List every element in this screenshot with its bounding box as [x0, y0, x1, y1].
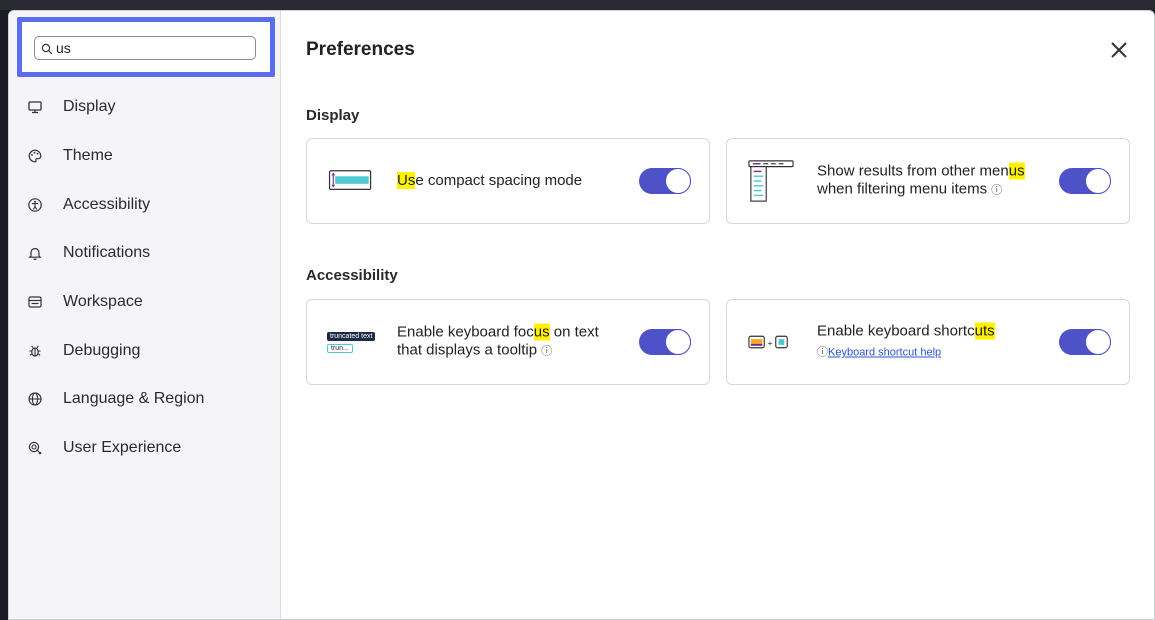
sidebar-item-label: Debugging — [63, 341, 141, 359]
sidebar-item-debugging[interactable]: Debugging — [9, 326, 280, 375]
keyboard-focus-toggle[interactable] — [639, 329, 691, 355]
accessibility-icon — [27, 197, 43, 213]
search-focus-ring — [17, 17, 275, 77]
toggle-knob — [1085, 329, 1111, 355]
illustration-tooltip: truncated text — [327, 331, 376, 341]
svg-text:+: + — [767, 338, 772, 348]
sidebar-item-label: Notifications — [63, 244, 151, 262]
palette-icon — [27, 148, 43, 164]
setting-card-keyboard-focus-tooltip: truncated text trun... Enable keyboard f… — [306, 299, 710, 385]
compact-spacing-illustration — [327, 139, 375, 223]
close-icon — [1111, 42, 1127, 58]
sidebar-item-workspace[interactable]: Workspace — [9, 278, 280, 327]
setting-label: Use compact spacing mode — [397, 172, 583, 189]
illustration-truncated: trun... — [327, 343, 353, 353]
sidebar-item-label: User Experience — [63, 439, 182, 457]
truncated-text-illustration: truncated text trun... — [327, 300, 376, 384]
workspace-icon — [27, 294, 43, 310]
setting-label: Enable keyboard focus on text that displ… — [397, 323, 599, 359]
sidebar-item-user-experience[interactable]: User Experience — [9, 424, 280, 473]
bug-icon — [27, 343, 43, 359]
bell-icon — [27, 245, 43, 261]
info-icon[interactable]: ⓘ — [541, 346, 552, 358]
setting-label: Show results from other menus when filte… — [817, 162, 1025, 198]
info-icon[interactable]: ⓘ — [991, 185, 1002, 197]
toggle-knob — [1085, 168, 1111, 194]
preferences-content: Preferences Display Use compact spacing … — [281, 11, 1154, 619]
sidebar-item-label: Display — [63, 98, 116, 116]
compact-spacing-toggle[interactable] — [639, 168, 691, 194]
section-title-display: Display — [306, 107, 360, 124]
search-field[interactable] — [34, 36, 256, 60]
menu-results-illustration — [747, 139, 795, 223]
sidebar-item-label: Accessibility — [63, 195, 151, 213]
toggle-knob — [665, 329, 691, 355]
keyboard-shortcuts-toggle[interactable] — [1059, 329, 1111, 355]
setting-card-show-results-other-menus: Show results from other menus when filte… — [726, 138, 1130, 224]
show-other-menus-toggle[interactable] — [1059, 168, 1111, 194]
sidebar-item-notifications[interactable]: Notifications — [9, 229, 280, 278]
shortcut-help-row: ⓘKeyboard shortcut help — [817, 344, 1047, 362]
setting-card-compact-spacing: Use compact spacing mode — [306, 138, 710, 224]
setting-card-keyboard-shortcuts: + Enable keyboard shortcuts ⓘKeyboard sh… — [726, 299, 1130, 385]
sidebar-item-label: Language & Region — [63, 390, 205, 408]
sidebar-item-language-region[interactable]: Language & Region — [9, 375, 280, 424]
sidebar-item-accessibility[interactable]: Accessibility — [9, 180, 280, 229]
monitor-icon — [27, 99, 43, 115]
sidebar-item-theme[interactable]: Theme — [9, 132, 280, 181]
setting-label: Enable keyboard shortcuts ⓘKeyboard shor… — [817, 322, 1047, 362]
toggle-knob — [665, 168, 691, 194]
sidebar-nav: Display Theme Accessibility Notification… — [9, 83, 280, 473]
sidebar-item-label: Theme — [63, 147, 113, 165]
globe-icon — [27, 391, 43, 407]
search-input[interactable] — [56, 40, 236, 56]
close-button[interactable] — [1108, 39, 1130, 61]
background-window-strip — [0, 0, 1155, 10]
section-title-accessibility: Accessibility — [306, 267, 398, 284]
search-icon — [41, 42, 53, 55]
sidebar-item-display[interactable]: Display — [9, 83, 280, 132]
page-title: Preferences — [306, 39, 415, 60]
info-icon: ⓘ — [817, 346, 828, 359]
preferences-sidebar: Display Theme Accessibility Notification… — [9, 11, 281, 619]
keyboard-shortcut-illustration: + — [747, 300, 793, 384]
sidebar-item-label: Workspace — [63, 293, 143, 311]
keyboard-shortcut-help-link[interactable]: Keyboard shortcut help — [828, 347, 941, 359]
user-experience-icon — [27, 440, 43, 456]
preferences-dialog: Display Theme Accessibility Notification… — [8, 10, 1155, 620]
